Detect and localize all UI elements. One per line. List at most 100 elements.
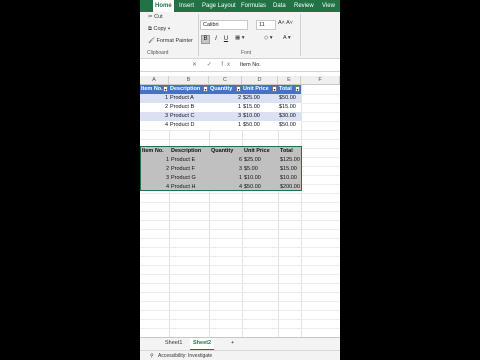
filter-dropdown-icon[interactable]: ▾ bbox=[272, 86, 277, 92]
column-header-b[interactable]: B bbox=[169, 76, 209, 84]
column-header-d[interactable]: D bbox=[242, 76, 278, 84]
format-painter-label: Format Painter bbox=[156, 38, 193, 44]
filter-dropdown-icon[interactable]: ▾ bbox=[203, 86, 208, 92]
table1-cell[interactable]: 1 bbox=[140, 94, 169, 103]
tab-insert[interactable]: Insert bbox=[179, 0, 194, 12]
table2-cell[interactable]: $25.00 bbox=[243, 156, 279, 165]
table1-cell[interactable]: 3 bbox=[140, 112, 169, 121]
grid-line bbox=[140, 310, 340, 311]
table2-cell[interactable]: 6 bbox=[210, 156, 243, 165]
underline-button[interactable]: U bbox=[222, 35, 230, 43]
grid-line bbox=[140, 229, 340, 230]
filter-dropdown-icon[interactable]: ▾ bbox=[295, 86, 300, 92]
table2-cell[interactable]: 4 bbox=[210, 183, 243, 192]
status-bar: ⚲ Accessibility: Investigate bbox=[140, 350, 340, 360]
table2-header-quantity[interactable]: Quantity bbox=[210, 147, 243, 156]
table1-cell[interactable]: $50.00 bbox=[278, 121, 301, 130]
table2-cell[interactable]: 3 bbox=[141, 174, 170, 183]
table1-cell[interactable]: Product C bbox=[169, 112, 209, 121]
tab-page-layout[interactable]: Page Layout bbox=[202, 0, 236, 12]
table1-cell[interactable]: 4 bbox=[140, 121, 169, 130]
tab-review[interactable]: Review bbox=[294, 0, 314, 12]
table2-cell[interactable]: Product E bbox=[170, 156, 210, 165]
table1-cell[interactable]: Product B bbox=[169, 103, 209, 112]
table1-cell[interactable]: 1 bbox=[209, 103, 242, 112]
accessibility-icon: ⚲ bbox=[150, 353, 154, 359]
table2-cell[interactable]: $200.00 bbox=[279, 183, 302, 192]
grid-line bbox=[140, 265, 340, 266]
table1-cell[interactable]: 2 bbox=[209, 94, 242, 103]
grid-line bbox=[140, 211, 340, 212]
tab-home[interactable]: Home bbox=[153, 0, 174, 12]
table-2-selection[interactable]: Item No. Description Quantity Unit Price… bbox=[140, 146, 302, 191]
column-header-c[interactable]: C bbox=[209, 76, 242, 84]
filter-dropdown-icon[interactable]: ▾ bbox=[236, 86, 241, 92]
grid-line bbox=[140, 328, 340, 329]
table2-cell[interactable]: Product G bbox=[170, 174, 210, 183]
grid-line bbox=[140, 301, 340, 302]
table2-header-unit-price[interactable]: Unit Price bbox=[243, 147, 279, 156]
excel-window: Home Insert Page Layout Formulas Data Re… bbox=[140, 0, 340, 360]
table2-cell[interactable]: Product F bbox=[170, 165, 210, 174]
tab-data[interactable]: Data bbox=[273, 0, 286, 12]
group-separator bbox=[300, 14, 301, 56]
table2-cell[interactable]: $125.00 bbox=[279, 156, 302, 165]
table1-cell[interactable]: Product D bbox=[169, 121, 209, 130]
table2-cell[interactable]: $50.00 bbox=[243, 183, 279, 192]
scissors-icon: ✂ bbox=[148, 14, 153, 20]
table1-cell[interactable]: $10.00 bbox=[242, 112, 278, 121]
table2-cell[interactable]: 2 bbox=[141, 165, 170, 174]
filter-dropdown-icon[interactable]: ▾ bbox=[163, 86, 168, 92]
table1-cell[interactable]: $30.00 bbox=[278, 112, 301, 121]
accessibility-status[interactable]: Accessibility: Investigate bbox=[158, 351, 212, 360]
header-text: Unit Price bbox=[243, 86, 269, 92]
table2-cell[interactable]: $5.00 bbox=[243, 165, 279, 174]
font-size-select[interactable]: 11 bbox=[256, 20, 276, 30]
table2-cell[interactable]: 4 bbox=[141, 183, 170, 192]
font-size-buttons[interactable]: A˄ A˅ bbox=[278, 20, 293, 26]
table2-cell[interactable]: 1 bbox=[141, 156, 170, 165]
table1-cell[interactable]: Product A bbox=[169, 94, 209, 103]
formula-bar: ✕ ✓ fx Item No. bbox=[140, 60, 340, 72]
tab-view[interactable]: View bbox=[322, 0, 335, 12]
tab-formulas[interactable]: Formulas bbox=[241, 0, 266, 12]
table1-cell[interactable]: $15.00 bbox=[242, 103, 278, 112]
font-color-icon[interactable]: A ▾ bbox=[283, 35, 291, 41]
worksheet-grid[interactable]: Item No. Description Quantity Unit Price… bbox=[140, 85, 340, 337]
table1-cell[interactable]: $15.00 bbox=[278, 103, 301, 112]
bold-button[interactable]: B bbox=[201, 35, 210, 44]
italic-button[interactable]: I bbox=[212, 35, 220, 43]
column-header-f[interactable]: F bbox=[301, 76, 340, 84]
table2-cell[interactable]: 3 bbox=[210, 165, 243, 174]
column-header-e[interactable]: E bbox=[278, 76, 301, 84]
table1-cell[interactable]: $50.00 bbox=[242, 121, 278, 130]
sheet-tab-sheet1[interactable]: Sheet1 bbox=[162, 338, 185, 349]
table2-cell[interactable]: 1 bbox=[210, 174, 243, 183]
table1-cell[interactable]: 3 bbox=[209, 112, 242, 121]
table2-cell[interactable]: $10.00 bbox=[243, 174, 279, 183]
font-name-select[interactable]: Calibri bbox=[200, 20, 248, 30]
table1-cell[interactable]: 1 bbox=[209, 121, 242, 130]
copy-label: Copy bbox=[153, 26, 167, 32]
table1-cell[interactable]: $25.00 bbox=[242, 94, 278, 103]
table1-cell[interactable]: 2 bbox=[140, 103, 169, 112]
format-painter-button[interactable]: 🖌 Format Painter bbox=[148, 38, 193, 44]
add-sheet-button[interactable]: + bbox=[228, 338, 237, 349]
fill-color-icon[interactable]: ◇ ▾ bbox=[264, 35, 273, 41]
formula-input[interactable]: Item No. bbox=[240, 60, 261, 71]
copy-button[interactable]: ⧉ Copy ▾ bbox=[148, 26, 170, 33]
table2-cell[interactable]: $10.00 bbox=[279, 174, 302, 183]
table2-header-total[interactable]: Total bbox=[279, 147, 302, 156]
grid-line bbox=[140, 256, 340, 257]
table2-header-item-no[interactable]: Item No. bbox=[141, 147, 170, 156]
sheet-tab-bar: Sheet1 Sheet2 + bbox=[140, 337, 340, 351]
borders-icon[interactable]: ▦ ▾ bbox=[235, 35, 245, 41]
cut-button[interactable]: ✂ Cut bbox=[148, 14, 163, 20]
table2-header-description[interactable]: Description bbox=[170, 147, 210, 156]
table2-cell[interactable]: Product H bbox=[170, 183, 210, 192]
grid-line bbox=[140, 292, 340, 293]
grid-line bbox=[140, 202, 340, 203]
table1-cell[interactable]: $50.00 bbox=[278, 94, 301, 103]
table2-cell[interactable]: $15.00 bbox=[279, 165, 302, 174]
column-header-a[interactable]: A bbox=[140, 76, 169, 84]
